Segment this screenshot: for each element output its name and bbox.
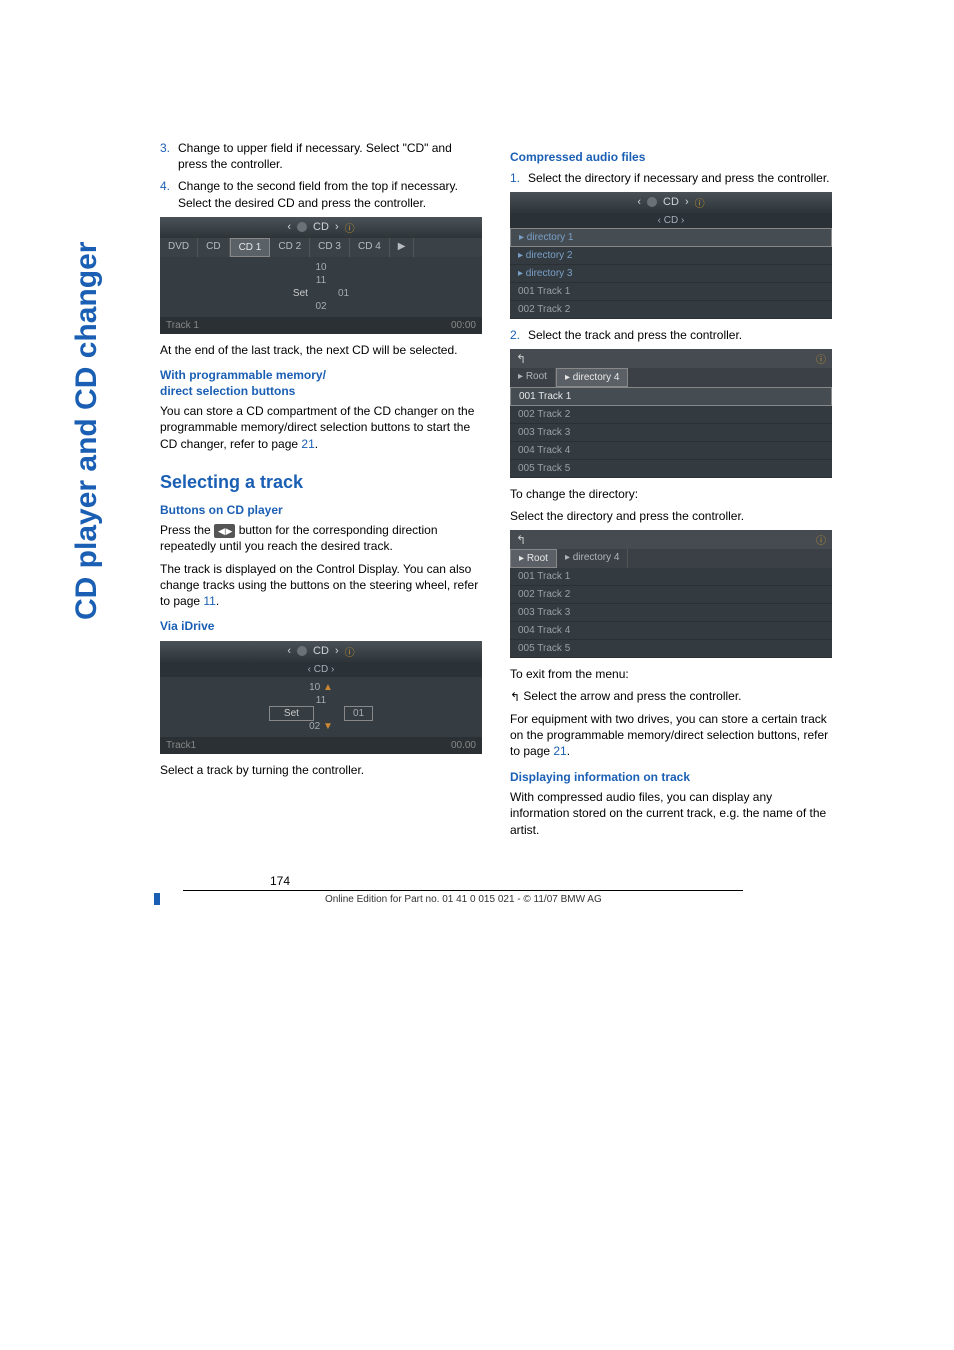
page-ref[interactable]: 21: [553, 744, 566, 758]
subhead-display-info: Displaying information on track: [510, 770, 832, 786]
body-text: For equipment with two drives, you can s…: [510, 711, 832, 760]
step-2: 2. Select the track and press the contro…: [510, 327, 832, 343]
page-marker-icon: [154, 893, 160, 905]
body-text: Select the directory and press the contr…: [510, 508, 832, 524]
heading-selecting-track: Selecting a track: [160, 472, 482, 493]
step-text: Change to the second field from the top …: [178, 178, 482, 210]
body-text: The track is displayed on the Control Di…: [160, 561, 482, 610]
idrive-screenshot-4: ↰ⓘ ▸ Root ▸ directory 4 001 Track 1002 T…: [510, 349, 832, 478]
body-text: Press the ◀ ▶ button for the correspondi…: [160, 522, 482, 554]
idrive-screenshot-1: ‹CD›ⓘ DVD CD CD 1 CD 2 CD 3 CD 4 ▶ 10 11…: [160, 217, 482, 334]
list-item: 004 Track 4: [510, 622, 832, 640]
list-item: 005 Track 5: [510, 460, 832, 478]
step-1: 1. Select the directory if necessary and…: [510, 170, 832, 186]
step-num: 3.: [160, 140, 178, 172]
body-text: Select a track by turning the controller…: [160, 762, 482, 778]
skip-button-icon: ◀ ▶: [214, 524, 235, 538]
list-item: ▸ directory 1: [510, 228, 832, 247]
list-item: 003 Track 3: [510, 604, 832, 622]
back-arrow-icon: ↰: [510, 689, 520, 705]
body-text: You can store a CD compartment of the CD…: [160, 403, 482, 452]
list-item: 004 Track 4: [510, 442, 832, 460]
edition-line: Online Edition for Part no. 01 41 0 015 …: [183, 890, 743, 905]
page-ref[interactable]: 21: [301, 437, 314, 451]
list-item: 001 Track 1: [510, 387, 832, 406]
list-item: ▸ directory 3: [510, 265, 832, 283]
subhead-buttons: Buttons on CD player: [160, 503, 482, 519]
subhead-memory: With programmable memory/ direct selecti…: [160, 368, 482, 399]
step-text: Change to upper field if necessary. Sele…: [178, 140, 482, 172]
list-item: ▸ directory 2: [510, 247, 832, 265]
body-text: ↰ Select the arrow and press the control…: [510, 688, 832, 705]
idrive-screenshot-5: ↰ⓘ ▸ Root ▸ directory 4 001 Track 1002 T…: [510, 530, 832, 658]
list-item: 001 Track 1: [510, 283, 832, 301]
list-item: 003 Track 3: [510, 424, 832, 442]
step-num: 4.: [160, 178, 178, 210]
page-ref[interactable]: 11: [203, 594, 215, 608]
list-item: 002 Track 2: [510, 586, 832, 604]
right-column: Compressed audio files 1. Select the dir…: [510, 140, 832, 844]
subhead-compressed: Compressed audio files: [510, 150, 832, 166]
body-text: To exit from the menu:: [510, 666, 832, 682]
list-item: 005 Track 5: [510, 640, 832, 658]
idrive-screenshot-3: ‹CD›ⓘ ‹ CD › ▸ directory 1▸ directory 2▸…: [510, 192, 832, 319]
idrive-screenshot-2: ‹CD›ⓘ ‹ CD › 10 ▲ 11 Set01 02 ▼ Track100…: [160, 641, 482, 754]
section-title: CD player and CD changer: [70, 242, 104, 620]
list-item: 001 Track 1: [510, 568, 832, 586]
body-text: To change the directory:: [510, 486, 832, 502]
list-item: 002 Track 2: [510, 301, 832, 319]
page-number: 174: [270, 874, 904, 888]
left-column: 3. Change to upper field if necessary. S…: [160, 140, 482, 844]
body-text: With compressed audio files, you can dis…: [510, 789, 832, 838]
body-text: At the end of the last track, the next C…: [160, 342, 482, 358]
step-4: 4. Change to the second field from the t…: [160, 178, 482, 210]
subhead-idrive: Via iDrive: [160, 619, 482, 635]
list-item: 002 Track 2: [510, 406, 832, 424]
step-3: 3. Change to upper field if necessary. S…: [160, 140, 482, 172]
